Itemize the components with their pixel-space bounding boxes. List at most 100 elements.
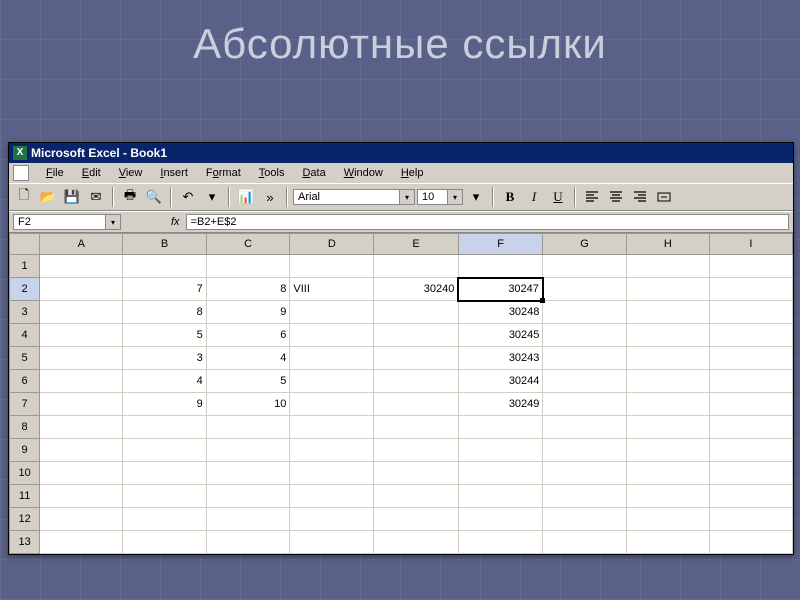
cell-F12[interactable]	[458, 508, 543, 531]
cell-I4[interactable]	[709, 324, 792, 347]
cell-A4[interactable]	[40, 324, 123, 347]
cell-F13[interactable]	[458, 531, 543, 554]
cell-C8[interactable]	[206, 416, 290, 439]
row-header-1[interactable]: 1	[10, 255, 40, 278]
cell-F2[interactable]: 30247	[458, 278, 543, 301]
chevron-down-icon[interactable]: ▾	[447, 190, 462, 204]
cell-I1[interactable]	[709, 255, 792, 278]
cell-B13[interactable]	[123, 531, 206, 554]
cell-C12[interactable]	[206, 508, 290, 531]
menu-window[interactable]: Window	[335, 165, 392, 181]
cell-F7[interactable]: 30249	[458, 393, 543, 416]
cell-I6[interactable]	[709, 370, 792, 393]
cell-H2[interactable]	[626, 278, 709, 301]
cell-F6[interactable]: 30244	[458, 370, 543, 393]
cell-H3[interactable]	[626, 301, 709, 324]
cell-C4[interactable]: 6	[206, 324, 290, 347]
cell-D10[interactable]	[290, 462, 374, 485]
cell-A2[interactable]	[40, 278, 123, 301]
undo-icon[interactable]: ↶	[177, 186, 199, 208]
row-header-4[interactable]: 4	[10, 324, 40, 347]
row-header-10[interactable]: 10	[10, 462, 40, 485]
cell-G13[interactable]	[543, 531, 626, 554]
cell-B2[interactable]: 7	[123, 278, 206, 301]
cell-C1[interactable]	[206, 255, 290, 278]
cell-I13[interactable]	[709, 531, 792, 554]
cell-E2[interactable]: 30240	[374, 278, 459, 301]
column-header-F[interactable]: F	[458, 234, 543, 255]
cell-E9[interactable]	[374, 439, 459, 462]
cell-F1[interactable]	[458, 255, 543, 278]
preview-icon[interactable]: 🔍	[143, 186, 165, 208]
align-right-icon[interactable]	[629, 186, 651, 208]
cell-G11[interactable]	[543, 485, 626, 508]
cell-D3[interactable]	[290, 301, 374, 324]
new-icon[interactable]: 🗋	[13, 186, 35, 208]
cell-D9[interactable]	[290, 439, 374, 462]
column-header-C[interactable]: C	[206, 234, 290, 255]
cell-A7[interactable]	[40, 393, 123, 416]
cell-A3[interactable]	[40, 301, 123, 324]
cell-B12[interactable]	[123, 508, 206, 531]
redo-icon[interactable]: ▾	[201, 186, 223, 208]
cell-H9[interactable]	[626, 439, 709, 462]
mail-icon[interactable]: ✉	[85, 186, 107, 208]
cell-E10[interactable]	[374, 462, 459, 485]
cell-I5[interactable]	[709, 347, 792, 370]
column-header-E[interactable]: E	[374, 234, 459, 255]
cell-E7[interactable]	[374, 393, 459, 416]
bold-button[interactable]: B	[499, 186, 521, 208]
cell-D2[interactable]: VIII	[290, 278, 374, 301]
cell-C7[interactable]: 10	[206, 393, 290, 416]
align-center-icon[interactable]	[605, 186, 627, 208]
cell-E3[interactable]	[374, 301, 459, 324]
font-name-select[interactable]: Arial ▾	[293, 189, 415, 205]
cell-I12[interactable]	[709, 508, 792, 531]
cell-G9[interactable]	[543, 439, 626, 462]
italic-button[interactable]: I	[523, 186, 545, 208]
row-header-7[interactable]: 7	[10, 393, 40, 416]
column-header-H[interactable]: H	[626, 234, 709, 255]
cell-D13[interactable]	[290, 531, 374, 554]
cell-G1[interactable]	[543, 255, 626, 278]
cell-C2[interactable]: 8	[206, 278, 290, 301]
cell-C10[interactable]	[206, 462, 290, 485]
cell-H10[interactable]	[626, 462, 709, 485]
cell-D5[interactable]	[290, 347, 374, 370]
cell-E8[interactable]	[374, 416, 459, 439]
cell-D7[interactable]	[290, 393, 374, 416]
column-header-D[interactable]: D	[290, 234, 374, 255]
row-header-5[interactable]: 5	[10, 347, 40, 370]
menu-view[interactable]: View	[110, 165, 152, 181]
cell-B5[interactable]: 3	[123, 347, 206, 370]
menu-file[interactable]: File	[37, 165, 73, 181]
cell-D11[interactable]	[290, 485, 374, 508]
print-icon[interactable]: 🖶	[119, 186, 141, 208]
column-header-A[interactable]: A	[40, 234, 123, 255]
cell-I7[interactable]	[709, 393, 792, 416]
cell-B10[interactable]	[123, 462, 206, 485]
cell-H12[interactable]	[626, 508, 709, 531]
cell-B8[interactable]	[123, 416, 206, 439]
cell-D1[interactable]	[290, 255, 374, 278]
cell-C5[interactable]: 4	[206, 347, 290, 370]
cell-B11[interactable]	[123, 485, 206, 508]
menu-insert[interactable]: Insert	[151, 165, 197, 181]
cell-C3[interactable]: 9	[206, 301, 290, 324]
cell-A9[interactable]	[40, 439, 123, 462]
cell-I2[interactable]	[709, 278, 792, 301]
cell-A12[interactable]	[40, 508, 123, 531]
more-icon[interactable]: ▾	[465, 186, 487, 208]
chevron-down-icon[interactable]: ▾	[399, 190, 414, 204]
cell-B9[interactable]	[123, 439, 206, 462]
cell-B1[interactable]	[123, 255, 206, 278]
row-header-9[interactable]: 9	[10, 439, 40, 462]
cell-A6[interactable]	[40, 370, 123, 393]
cell-A1[interactable]	[40, 255, 123, 278]
row-header-8[interactable]: 8	[10, 416, 40, 439]
cell-A8[interactable]	[40, 416, 123, 439]
cell-C11[interactable]	[206, 485, 290, 508]
font-size-select[interactable]: 10 ▾	[417, 189, 463, 205]
cell-E12[interactable]	[374, 508, 459, 531]
cell-D8[interactable]	[290, 416, 374, 439]
